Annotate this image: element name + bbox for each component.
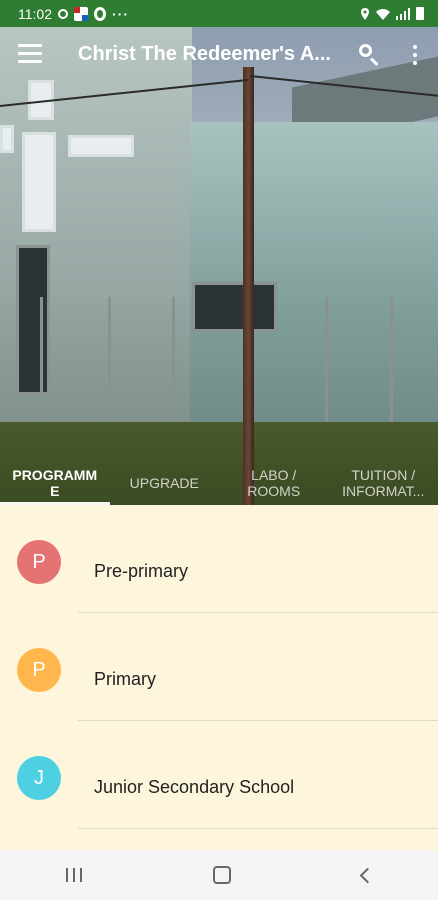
tab-labo-rooms[interactable]: LABO / ROOMS [219, 460, 329, 505]
tab-programme[interactable]: PROGRAMM E [0, 460, 110, 505]
fence-post [108, 297, 111, 437]
list-item-label: Junior Secondary School [94, 777, 295, 797]
building-window [0, 125, 14, 153]
programme-list: P Pre-primary P Primary J Junior Seconda… [0, 505, 438, 850]
tab-tuition-information[interactable]: TUITION / INFORMAT... [329, 460, 438, 505]
recent-apps-icon[interactable] [65, 868, 82, 882]
building-right [190, 122, 438, 437]
location-pin-icon [361, 7, 369, 20]
battery-icon [416, 7, 424, 20]
utility-pole [243, 67, 254, 505]
tab-bar: PROGRAMM E UPGRADE LABO / ROOMS TUITION … [0, 460, 438, 505]
building-window [192, 282, 277, 332]
list-item-label: Pre-primary [94, 561, 189, 581]
search-icon[interactable] [358, 43, 382, 67]
signal-icon [396, 7, 410, 20]
avatar: J [17, 756, 61, 800]
app-title: Christ The Redeemer's A... [78, 43, 331, 65]
fence-post [390, 297, 393, 437]
building-window [22, 132, 56, 232]
more-vert-icon[interactable] [408, 43, 422, 67]
app-toolbar: Christ The Redeemer's A... [0, 27, 438, 85]
building-window [16, 245, 50, 395]
wifi-icon [376, 8, 390, 20]
menu-icon[interactable] [18, 44, 42, 66]
fence-post [325, 297, 328, 437]
fence-post [40, 297, 43, 437]
back-icon[interactable] [359, 867, 375, 883]
avatar: P [17, 648, 61, 692]
divider [78, 828, 438, 829]
tab-upgrade[interactable]: UPGRADE [110, 460, 220, 505]
list-item[interactable]: P Primary [0, 613, 438, 721]
status-time: 11:02 [18, 5, 52, 22]
list-item[interactable]: J Junior Secondary School [0, 721, 438, 829]
flag-icon [74, 6, 88, 21]
list-item-label: Primary [94, 669, 156, 689]
status-overflow: ··· [112, 5, 129, 22]
status-bar: 11:02 ··· [0, 0, 438, 27]
system-nav-bar [0, 850, 438, 900]
fence-post [172, 297, 175, 437]
opera-icon [94, 6, 106, 21]
header-image [0, 27, 438, 505]
home-icon[interactable] [212, 866, 231, 884]
whatsapp-icon [58, 8, 68, 19]
list-item[interactable]: P Pre-primary [0, 505, 438, 613]
building-window [68, 135, 134, 157]
avatar: P [17, 540, 61, 584]
